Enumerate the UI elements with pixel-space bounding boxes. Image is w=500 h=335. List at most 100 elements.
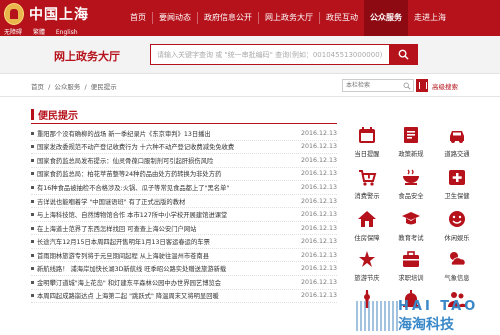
- watermark-stripes: [356, 301, 398, 331]
- travel-icon: [359, 251, 375, 267]
- news-title[interactable]: 国家发改委规范不动产登记收费行为 十六种不动产登记收费减免免收费: [37, 142, 287, 151]
- calendar-icon: [359, 127, 375, 143]
- weather-icon: [450, 252, 466, 266]
- service-policy-book[interactable]: 政策新规: [394, 124, 428, 164]
- nav-gov-info[interactable]: 政府信息公开: [198, 0, 258, 36]
- service-house[interactable]: 住房保障: [350, 208, 384, 248]
- service-label: 食品安全: [398, 193, 424, 200]
- news-item[interactable]: 首雨期林旅游专列将于元旦期间起程 从上海驶往温州市苍南县 2016.12.13: [31, 249, 337, 263]
- medical-cross-icon: [449, 170, 465, 185]
- service-cart-warning[interactable]: 消费警示: [350, 166, 384, 206]
- service-label: 政策新规: [398, 151, 424, 158]
- english-link[interactable]: English: [56, 29, 78, 36]
- service-car[interactable]: 道路交通: [440, 124, 474, 164]
- service-label: 当日提醒: [354, 151, 380, 158]
- news-title[interactable]: 金明攀汀道城"海上花岛" 和灯建东平森林公园中办世界园艺博览会: [37, 278, 287, 287]
- section-title: 便民提示: [38, 110, 78, 122]
- nav-news[interactable]: 要闻动态: [153, 0, 197, 36]
- service-label: 道路交通: [444, 151, 470, 158]
- news-item[interactable]: 国家发改委规范不动产登记收费行为 十六种不动产登记收费减免免收费 2016.12.…: [31, 141, 337, 155]
- news-date: 2016.12.13: [300, 292, 337, 300]
- search-icon: [403, 82, 411, 90]
- service-calendar[interactable]: 当日提醒: [350, 124, 384, 164]
- service-label: 住房保障: [354, 235, 380, 242]
- search-input[interactable]: [151, 45, 389, 64]
- nav-home[interactable]: 首页: [124, 0, 152, 36]
- cart-warning-icon: [359, 170, 377, 186]
- service-medical-cross[interactable]: 卫生保健: [440, 166, 474, 206]
- bullet: [31, 185, 34, 189]
- watermark-bottom-text: 海淘科技: [398, 317, 454, 333]
- service-travel[interactable]: 旅游节庆: [350, 248, 384, 288]
- breadcrumb-separator: /: [48, 83, 51, 91]
- news-date: 2016.12.13: [300, 278, 337, 286]
- news-item[interactable]: 长途汽车12月15日本周四起开售明年1月13日客运春运的车票 2016.12.13: [31, 235, 337, 249]
- service-label: 休闲娱乐: [444, 235, 470, 242]
- search-band: 网上政务大厅: [0, 36, 500, 74]
- news-title[interactable]: 吉详说也能嗰着学 "中国谜语班" 有了正式出版的教材: [37, 197, 287, 206]
- news-date: 2016.12.13: [300, 197, 337, 205]
- service-food-bowl[interactable]: 食品安全: [394, 166, 428, 206]
- service-smile[interactable]: 休闲娱乐: [440, 208, 474, 248]
- news-item[interactable]: 吉详说也能嗰着学 "中国谜语班" 有了正式出版的教材 2016.12.13: [31, 195, 337, 209]
- news-date: 2016.12.13: [300, 129, 337, 137]
- bullet: [31, 280, 34, 284]
- service-label: 旅游节庆: [354, 275, 380, 282]
- news-item[interactable]: 与上海科技馆、自然博物馆合作 本市127所中小学校开展建馆进课堂 2016.12.…: [31, 208, 337, 222]
- news-item[interactable]: 有16种食品被抽检不合格涉及:火锅、瓜子等常见食品都上了"黑名单" 2016.12…: [31, 181, 337, 195]
- column-search-input[interactable]: [343, 80, 403, 91]
- service-weather[interactable]: 气象信息: [440, 248, 474, 288]
- news-item[interactable]: 本周四起成路崩达点 上海第二起 "跳跃式" 降温周末又将明显回暖 2016.12.…: [31, 290, 337, 304]
- site-logo[interactable]: 中国上海 无障碍 繁體 English: [4, 3, 124, 36]
- news-title[interactable]: 在上海道士范界了东西怎样找回 可查查上海公安门户网站: [37, 224, 287, 233]
- advanced-search-link[interactable]: 高级搜索: [432, 81, 458, 91]
- nav-public-service[interactable]: 公众服务: [364, 0, 408, 36]
- news-list: 重阳那个没有确柳的战场 新一季纪录片《东京审判》13日播出 2016.12.13 国…: [31, 127, 337, 304]
- service-education[interactable]: 教育考试: [394, 208, 428, 248]
- header-sub-links: 无障碍 繁體 English: [4, 27, 87, 36]
- news-title[interactable]: 首雨期林旅游专列将于元旦期间起程 从上海驶往温州市苍南县: [37, 251, 287, 260]
- column-search-button[interactable]: [416, 79, 428, 92]
- accessibility-link[interactable]: 无障碍: [4, 29, 22, 36]
- bullet: [31, 226, 34, 230]
- search-button[interactable]: [389, 45, 417, 64]
- nav-about-shanghai[interactable]: 走进上海: [408, 0, 452, 36]
- news-item[interactable]: 重阳那个没有确柳的战场 新一季纪录片《东京审判》13日播出 2016.12.13: [31, 127, 337, 141]
- job-icon: [403, 251, 419, 267]
- breadcrumb-public-service[interactable]: 公众服务: [54, 83, 80, 91]
- news-date: 2016.12.13: [300, 224, 337, 232]
- news-title[interactable]: 新航线路！ 浦海岸加快长湖3D新航线 旺季昭公路实处赠送旅游新载: [37, 264, 287, 273]
- breadcrumb-home[interactable]: 首页: [31, 83, 44, 91]
- news-item[interactable]: 新航线路！ 浦海岸加快长湖3D新航线 旺季昭公路实处赠送旅游新载 2016.12.…: [31, 262, 337, 277]
- news-title[interactable]: 有16种食品被抽检不合格涉及:火锅、瓜子等常见食品都上了"黑名单": [37, 183, 287, 192]
- service-label: 卫生保健: [444, 193, 470, 200]
- news-title[interactable]: 国家食药监总局发布提示：仙灵骨葆口服制剂可引起肝损伤风险: [37, 156, 287, 165]
- news-title[interactable]: 国家食药监总局：柏花苹苗整等24种药品由处方药转换为非处方药: [37, 169, 287, 178]
- news-item[interactable]: 金明攀汀道城"海上花岛" 和灯建东平森林公园中办世界园艺博览会 2016.12.1…: [31, 276, 337, 290]
- education-icon: [402, 212, 420, 225]
- news-date: 2016.12.13: [300, 143, 337, 151]
- breadcrumb: 首页 / 公众服务 / 便民提示: [31, 81, 119, 91]
- news-date: 2016.12.13: [300, 238, 337, 246]
- bullet: [31, 294, 34, 298]
- online-hall-title[interactable]: 网上政务大厅: [54, 48, 120, 64]
- smile-icon: [449, 211, 465, 227]
- bullet: [31, 213, 34, 217]
- news-title[interactable]: 本周四起成路崩达点 上海第二起 "跳跃式" 降温周末又将明显回暖: [37, 291, 287, 300]
- bullet: [31, 145, 34, 149]
- watermark-logo: HAI TAO 海淘科技: [356, 299, 498, 333]
- national-emblem-icon: [4, 3, 24, 25]
- news-item[interactable]: 国家食药监总局发布提示：仙灵骨葆口服制剂可引起肝损伤风险 2016.12.13: [31, 154, 337, 168]
- news-title[interactable]: 重阳那个没有确柳的战场 新一季纪录片《东京审判》13日播出: [37, 129, 287, 138]
- nav-interaction[interactable]: 政民互动: [320, 0, 364, 36]
- food-bowl-icon: [403, 169, 419, 185]
- site-header: 中国上海 无障碍 繁體 English 首页 要闻动态 政府信息公开 网上政务大…: [0, 0, 500, 36]
- news-item[interactable]: 在上海道士范界了东西怎样找回 可查查上海公安门户网站 2016.12.13: [31, 222, 337, 236]
- traditional-chinese-link[interactable]: 繁體: [33, 29, 45, 36]
- service-job[interactable]: 求职培训: [394, 248, 428, 288]
- news-item[interactable]: 国家食药监总局：柏花苹苗整等24种药品由处方药转换为非处方药 2016.12.13: [31, 168, 337, 182]
- news-title[interactable]: 与上海科技馆、自然博物馆合作 本市127所中小学校开展建馆进课堂: [37, 210, 287, 219]
- section-divider: [31, 123, 337, 124]
- news-title[interactable]: 长途汽车12月15日本周四起开售明年1月13日客运春运的车票: [37, 237, 287, 246]
- nav-online-hall[interactable]: 网上政务大厅: [259, 0, 319, 36]
